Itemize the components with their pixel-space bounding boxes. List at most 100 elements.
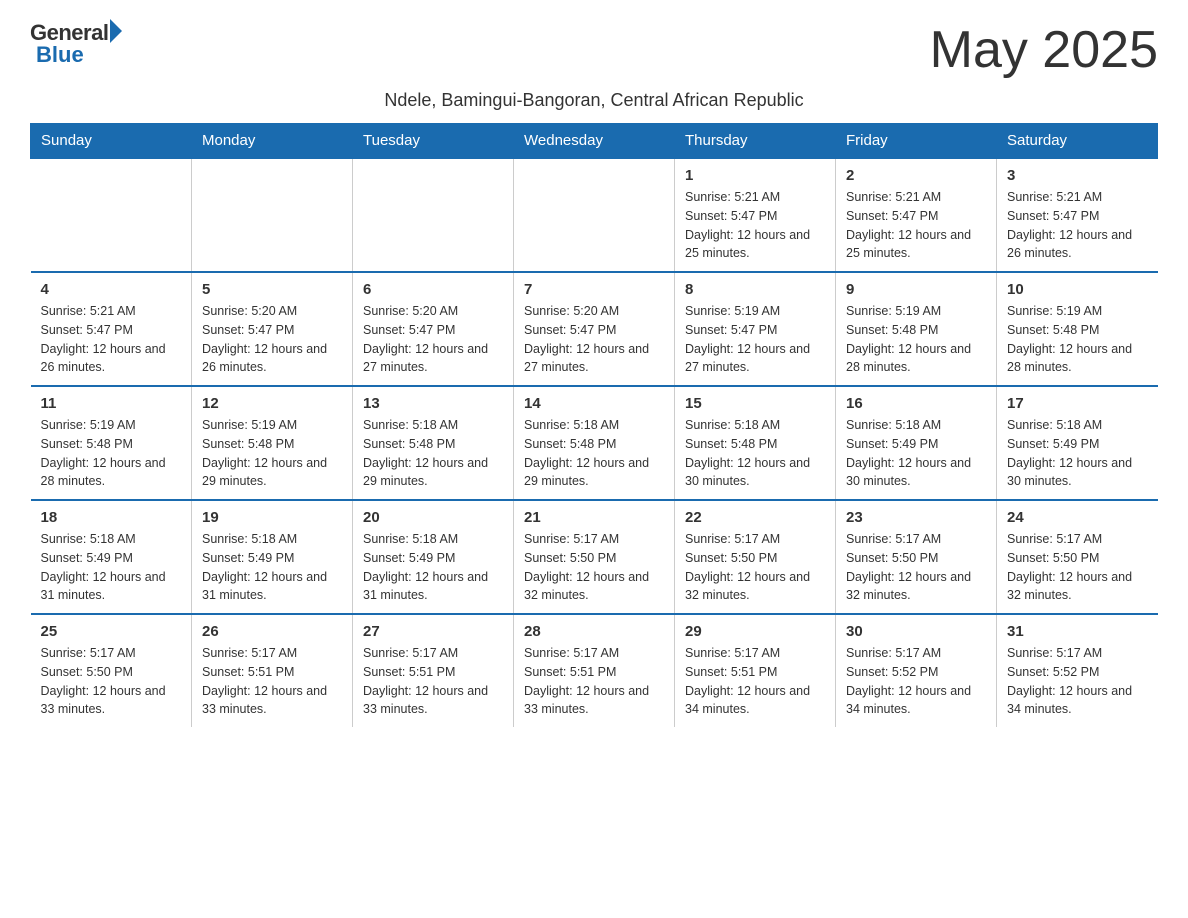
day-info: Sunrise: 5:17 AMSunset: 5:51 PMDaylight:… [202, 644, 342, 719]
day-info: Sunrise: 5:17 AMSunset: 5:51 PMDaylight:… [685, 644, 825, 719]
day-info: Sunrise: 5:17 AMSunset: 5:52 PMDaylight:… [1007, 644, 1148, 719]
calendar-day-25: 25 Sunrise: 5:17 AMSunset: 5:50 PMDayligh… [31, 614, 192, 727]
day-info: Sunrise: 5:20 AMSunset: 5:47 PMDaylight:… [363, 302, 503, 377]
calendar-week-row: 1 Sunrise: 5:21 AMSunset: 5:47 PMDaylight… [31, 158, 1158, 272]
logo: General Blue [30, 20, 122, 68]
day-info: Sunrise: 5:19 AMSunset: 5:48 PMDaylight:… [1007, 302, 1148, 377]
day-info: Sunrise: 5:21 AMSunset: 5:47 PMDaylight:… [685, 188, 825, 263]
day-info: Sunrise: 5:18 AMSunset: 5:49 PMDaylight:… [363, 530, 503, 605]
day-number: 16 [846, 395, 986, 412]
day-number: 24 [1007, 509, 1148, 526]
weekday-header-tuesday: Tuesday [353, 124, 514, 159]
day-info: Sunrise: 5:18 AMSunset: 5:48 PMDaylight:… [685, 416, 825, 491]
day-info: Sunrise: 5:18 AMSunset: 5:49 PMDaylight:… [1007, 416, 1148, 491]
day-info: Sunrise: 5:19 AMSunset: 5:48 PMDaylight:… [41, 416, 182, 491]
calendar-day-21: 21 Sunrise: 5:17 AMSunset: 5:50 PMDayligh… [514, 500, 675, 614]
day-number: 15 [685, 395, 825, 412]
month-title: May 2025 [930, 20, 1158, 80]
calendar-day-1: 1 Sunrise: 5:21 AMSunset: 5:47 PMDaylight… [675, 158, 836, 272]
day-info: Sunrise: 5:18 AMSunset: 5:49 PMDaylight:… [41, 530, 182, 605]
day-number: 14 [524, 395, 664, 412]
calendar-day-10: 10Sunrise: 5:19 AMSunset: 5:48 PMDayligh… [997, 272, 1158, 386]
day-number: 19 [202, 509, 342, 526]
calendar-day-22: 22Sunrise: 5:17 AMSunset: 5:50 PMDayligh… [675, 500, 836, 614]
day-info: Sunrise: 5:21 AMSunset: 5:47 PMDaylight:… [846, 188, 986, 263]
calendar-day-19: 19 Sunrise: 5:18 AMSunset: 5:49 PMDayligh… [192, 500, 353, 614]
day-number: 23 [846, 509, 986, 526]
calendar-day-8: 8 Sunrise: 5:19 AMSunset: 5:47 PMDaylight… [675, 272, 836, 386]
day-info: Sunrise: 5:17 AMSunset: 5:52 PMDaylight:… [846, 644, 986, 719]
calendar-day-23: 23 Sunrise: 5:17 AMSunset: 5:50 PMDayligh… [836, 500, 997, 614]
day-number: 28 [524, 623, 664, 640]
page-header: General Blue May 2025 [30, 20, 1158, 80]
calendar-day-7: 7 Sunrise: 5:20 AMSunset: 5:47 PMDaylight… [514, 272, 675, 386]
day-number: 21 [524, 509, 664, 526]
day-number: 20 [363, 509, 503, 526]
day-info: Sunrise: 5:17 AMSunset: 5:50 PMDaylight:… [685, 530, 825, 605]
day-number: 9 [846, 281, 986, 298]
calendar-day-12: 12Sunrise: 5:19 AMSunset: 5:48 PMDayligh… [192, 386, 353, 500]
day-number: 18 [41, 509, 182, 526]
calendar-day-3: 3 Sunrise: 5:21 AMSunset: 5:47 PMDaylight… [997, 158, 1158, 272]
calendar-day-20: 20 Sunrise: 5:18 AMSunset: 5:49 PMDayligh… [353, 500, 514, 614]
calendar-day-9: 9Sunrise: 5:19 AMSunset: 5:48 PMDaylight… [836, 272, 997, 386]
day-number: 7 [524, 281, 664, 298]
calendar-week-row: 4Sunrise: 5:21 AMSunset: 5:47 PMDaylight… [31, 272, 1158, 386]
day-info: Sunrise: 5:18 AMSunset: 5:48 PMDaylight:… [524, 416, 664, 491]
calendar-empty-cell [192, 158, 353, 272]
calendar-table: SundayMondayTuesdayWednesdayThursdayFrid… [30, 123, 1158, 727]
calendar-week-row: 11 Sunrise: 5:19 AMSunset: 5:48 PMDayligh… [31, 386, 1158, 500]
day-number: 25 [41, 623, 182, 640]
day-number: 26 [202, 623, 342, 640]
calendar-empty-cell [514, 158, 675, 272]
day-info: Sunrise: 5:17 AMSunset: 5:51 PMDaylight:… [363, 644, 503, 719]
day-number: 1 [685, 167, 825, 184]
calendar-day-18: 18 Sunrise: 5:18 AMSunset: 5:49 PMDayligh… [31, 500, 192, 614]
day-number: 11 [41, 395, 182, 412]
calendar-day-27: 27 Sunrise: 5:17 AMSunset: 5:51 PMDayligh… [353, 614, 514, 727]
day-number: 31 [1007, 623, 1148, 640]
day-info: Sunrise: 5:17 AMSunset: 5:50 PMDaylight:… [1007, 530, 1148, 605]
calendar-day-26: 26 Sunrise: 5:17 AMSunset: 5:51 PMDayligh… [192, 614, 353, 727]
calendar-empty-cell [353, 158, 514, 272]
calendar-week-row: 18 Sunrise: 5:18 AMSunset: 5:49 PMDayligh… [31, 500, 1158, 614]
calendar-day-13: 13Sunrise: 5:18 AMSunset: 5:48 PMDayligh… [353, 386, 514, 500]
weekday-header-monday: Monday [192, 124, 353, 159]
calendar-day-6: 6Sunrise: 5:20 AMSunset: 5:47 PMDaylight… [353, 272, 514, 386]
calendar-day-15: 15 Sunrise: 5:18 AMSunset: 5:48 PMDayligh… [675, 386, 836, 500]
calendar-day-30: 30Sunrise: 5:17 AMSunset: 5:52 PMDayligh… [836, 614, 997, 727]
weekday-header-friday: Friday [836, 124, 997, 159]
day-info: Sunrise: 5:21 AMSunset: 5:47 PMDaylight:… [1007, 188, 1148, 263]
calendar-day-31: 31 Sunrise: 5:17 AMSunset: 5:52 PMDayligh… [997, 614, 1158, 727]
day-info: Sunrise: 5:18 AMSunset: 5:49 PMDaylight:… [846, 416, 986, 491]
logo-blue-text: Blue [36, 42, 84, 67]
calendar-day-28: 28 Sunrise: 5:17 AMSunset: 5:51 PMDayligh… [514, 614, 675, 727]
calendar-day-16: 16 Sunrise: 5:18 AMSunset: 5:49 PMDayligh… [836, 386, 997, 500]
day-info: Sunrise: 5:21 AMSunset: 5:47 PMDaylight:… [41, 302, 182, 377]
day-number: 3 [1007, 167, 1148, 184]
calendar-day-2: 2 Sunrise: 5:21 AMSunset: 5:47 PMDaylight… [836, 158, 997, 272]
day-info: Sunrise: 5:17 AMSunset: 5:51 PMDaylight:… [524, 644, 664, 719]
weekday-header-sunday: Sunday [31, 124, 192, 159]
day-info: Sunrise: 5:18 AMSunset: 5:49 PMDaylight:… [202, 530, 342, 605]
calendar-day-5: 5Sunrise: 5:20 AMSunset: 5:47 PMDaylight… [192, 272, 353, 386]
day-info: Sunrise: 5:20 AMSunset: 5:47 PMDaylight:… [524, 302, 664, 377]
weekday-header-wednesday: Wednesday [514, 124, 675, 159]
day-info: Sunrise: 5:17 AMSunset: 5:50 PMDaylight:… [846, 530, 986, 605]
location-label: Ndele, Bamingui-Bangoran, Central Africa… [30, 90, 1158, 111]
calendar-day-29: 29 Sunrise: 5:17 AMSunset: 5:51 PMDayligh… [675, 614, 836, 727]
calendar-week-row: 25 Sunrise: 5:17 AMSunset: 5:50 PMDayligh… [31, 614, 1158, 727]
day-number: 2 [846, 167, 986, 184]
day-number: 27 [363, 623, 503, 640]
day-info: Sunrise: 5:17 AMSunset: 5:50 PMDaylight:… [524, 530, 664, 605]
day-info: Sunrise: 5:18 AMSunset: 5:48 PMDaylight:… [363, 416, 503, 491]
day-info: Sunrise: 5:19 AMSunset: 5:47 PMDaylight:… [685, 302, 825, 377]
calendar-header-row: SundayMondayTuesdayWednesdayThursdayFrid… [31, 124, 1158, 159]
day-number: 29 [685, 623, 825, 640]
day-number: 12 [202, 395, 342, 412]
calendar-day-17: 17Sunrise: 5:18 AMSunset: 5:49 PMDayligh… [997, 386, 1158, 500]
calendar-day-14: 14 Sunrise: 5:18 AMSunset: 5:48 PMDayligh… [514, 386, 675, 500]
day-info: Sunrise: 5:17 AMSunset: 5:50 PMDaylight:… [41, 644, 182, 719]
day-number: 8 [685, 281, 825, 298]
weekday-header-thursday: Thursday [675, 124, 836, 159]
